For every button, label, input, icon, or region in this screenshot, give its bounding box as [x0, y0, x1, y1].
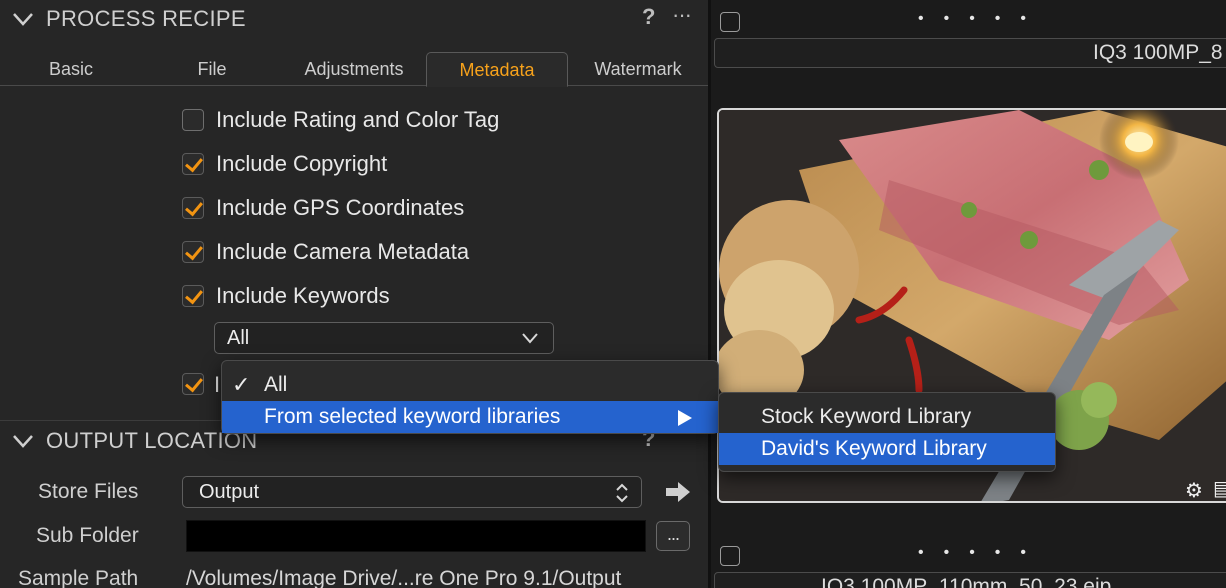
image-browser: ••••• IQ3 100MP_8 ⚙ ••••• IQ3 100MP_110m…	[708, 0, 1226, 588]
rating-color-tag-checkbox[interactable]	[182, 109, 204, 131]
hidden-option-checkbox[interactable]	[182, 373, 204, 395]
tab-watermark[interactable]: Watermark	[578, 52, 698, 86]
option-label: Include Rating and Color Tag	[216, 107, 500, 132]
option-gps-coordinates[interactable]: Include GPS Coordinates	[182, 193, 464, 223]
sample-path-label: Sample Path	[18, 567, 139, 588]
menu-item-label: Stock Keyword Library	[761, 405, 972, 428]
menu-item-selected-libraries[interactable]: From selected keyword libraries	[222, 401, 718, 433]
rating-dots[interactable]: •••••	[918, 10, 1046, 28]
thumbnail-filename: IQ3 100MP_110mm_50_23.eip	[821, 575, 1112, 588]
keywords-checkbox[interactable]	[182, 285, 204, 307]
select-checkbox[interactable]	[720, 546, 740, 566]
tab-adjustments[interactable]: Adjustments	[290, 52, 418, 86]
recipe-tabs: Basic File Adjustments Metadata Watermar…	[0, 52, 708, 87]
sub-folder-browse-button[interactable]: ...	[656, 521, 690, 551]
rating-dots[interactable]: •••••	[918, 544, 1046, 562]
keyword-scope-value: All	[227, 327, 250, 349]
chevron-down-icon[interactable]	[12, 432, 34, 450]
tab-metadata[interactable]: Metadata	[426, 52, 568, 87]
submenu-arrow-icon	[678, 410, 692, 426]
menu-item-davids-library[interactable]: David's Keyword Library	[719, 433, 1055, 465]
chevron-down-icon	[522, 333, 538, 344]
store-files-value: Output	[199, 481, 260, 503]
menu-item-label: All	[264, 373, 288, 396]
gear-icon[interactable]: ⚙	[1185, 478, 1203, 501]
store-files-select[interactable]: Output	[182, 476, 642, 508]
menu-item-all[interactable]: ✓ All	[222, 369, 718, 401]
left-panel: PROCESS RECIPE ? ··· Basic File Adjustme…	[0, 0, 708, 588]
keyword-library-submenu: Stock Keyword Library David's Keyword Li…	[718, 392, 1056, 472]
gps-checkbox[interactable]	[182, 197, 204, 219]
thumbnail-name-bar: IQ3 100MP_8	[714, 38, 1226, 68]
thumbnail-name-bar: IQ3 100MP_110mm_50_23.eip	[714, 572, 1226, 588]
checkmark-icon: ✓	[232, 372, 251, 397]
copyright-checkbox[interactable]	[182, 153, 204, 175]
menu-item-stock-library[interactable]: Stock Keyword Library	[719, 401, 1055, 433]
list-icon[interactable]: ▤	[1213, 476, 1226, 501]
up-down-arrows-icon	[616, 483, 628, 503]
tab-basic[interactable]: Basic	[20, 52, 122, 86]
thumbnail-filename: IQ3 100MP_8	[1093, 41, 1223, 64]
keyword-scope-menu: ✓ All From selected keyword libraries	[221, 360, 719, 434]
option-label: Include Keywords	[216, 283, 390, 308]
option-label: Include Camera Metadata	[216, 239, 470, 264]
menu-item-label: David's Keyword Library	[761, 437, 987, 460]
keyword-scope-select[interactable]: All	[214, 322, 554, 354]
chevron-down-icon[interactable]	[12, 10, 34, 28]
process-recipe-header[interactable]: PROCESS RECIPE ? ···	[0, 0, 708, 38]
more-options-icon[interactable]: ···	[672, 2, 692, 28]
option-rating-color-tag[interactable]: Include Rating and Color Tag	[182, 105, 499, 135]
option-label: Include GPS Coordinates	[216, 195, 465, 220]
arrow-right-icon[interactable]	[664, 481, 692, 503]
option-keywords[interactable]: Include Keywords	[182, 281, 390, 311]
option-label: Include Copyright	[216, 151, 388, 176]
store-files-label: Store Files	[38, 480, 139, 503]
thumbnail-toolbar: •••••	[714, 542, 1226, 572]
menu-item-label: From selected keyword libraries	[264, 405, 561, 428]
camera-metadata-checkbox[interactable]	[182, 241, 204, 263]
option-partially-hidden[interactable]	[182, 369, 204, 399]
tab-file[interactable]: File	[160, 52, 264, 86]
sample-path-value: /Volumes/Image Drive/...re One Pro 9.1/O…	[186, 567, 622, 588]
hidden-option-label: I	[214, 372, 221, 397]
help-icon[interactable]: ?	[642, 4, 655, 30]
sub-folder-input[interactable]	[186, 520, 646, 552]
option-copyright[interactable]: Include Copyright	[182, 149, 387, 179]
select-checkbox[interactable]	[720, 12, 740, 32]
sub-folder-label: Sub Folder	[36, 524, 139, 547]
process-recipe-title: PROCESS RECIPE	[46, 6, 246, 31]
option-camera-metadata[interactable]: Include Camera Metadata	[182, 237, 469, 267]
thumbnail-toolbar: •••••	[714, 8, 1226, 38]
